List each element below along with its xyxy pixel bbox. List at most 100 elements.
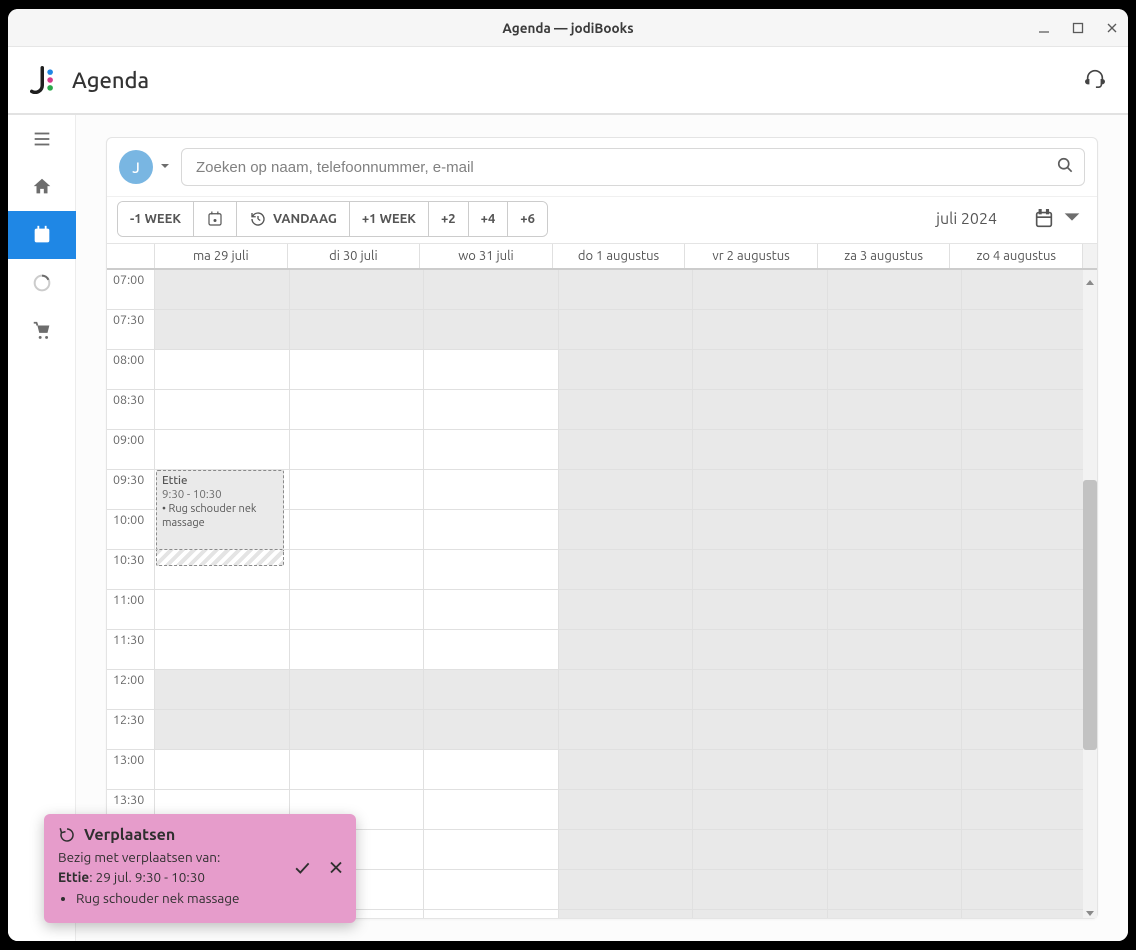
day-header[interactable]: vr 2 augustus xyxy=(685,244,818,268)
time-slot[interactable] xyxy=(828,350,963,389)
time-slot[interactable] xyxy=(962,470,1097,509)
time-slot[interactable] xyxy=(559,510,694,549)
time-slot[interactable] xyxy=(693,350,828,389)
time-slot[interactable] xyxy=(962,390,1097,429)
time-slot[interactable] xyxy=(290,470,425,509)
time-row[interactable]: 12:30 xyxy=(107,710,1097,750)
plus4-button[interactable]: +4 xyxy=(469,202,509,236)
time-slot[interactable] xyxy=(424,550,559,589)
time-slot[interactable] xyxy=(693,590,828,629)
time-slot[interactable] xyxy=(828,390,963,429)
time-slot[interactable] xyxy=(693,310,828,349)
time-slot[interactable] xyxy=(559,270,694,309)
sidebar-menu-button[interactable] xyxy=(8,115,76,163)
time-slot[interactable] xyxy=(962,750,1097,789)
time-row[interactable]: 13:00 xyxy=(107,750,1097,790)
view-select[interactable] xyxy=(1033,206,1087,232)
scroll-up-icon[interactable] xyxy=(1085,274,1095,284)
time-slot[interactable] xyxy=(693,630,828,669)
time-slot[interactable] xyxy=(290,710,425,749)
time-slot[interactable] xyxy=(155,430,290,469)
time-row[interactable]: 09:00 xyxy=(107,430,1097,470)
time-slot[interactable] xyxy=(290,430,425,469)
time-slot[interactable] xyxy=(828,670,963,709)
time-slot[interactable] xyxy=(693,790,828,829)
today-button[interactable]: VANDAAG xyxy=(237,202,350,236)
time-slot[interactable] xyxy=(559,550,694,589)
time-slot[interactable] xyxy=(962,790,1097,829)
time-slot[interactable] xyxy=(424,910,559,918)
time-slot[interactable] xyxy=(290,390,425,429)
time-slot[interactable] xyxy=(424,510,559,549)
time-slot[interactable] xyxy=(424,310,559,349)
time-slot[interactable] xyxy=(155,710,290,749)
time-slot[interactable] xyxy=(290,630,425,669)
minimize-button[interactable] xyxy=(1036,20,1052,36)
vertical-scrollbar[interactable] xyxy=(1083,270,1097,918)
time-slot[interactable] xyxy=(962,310,1097,349)
time-slot[interactable] xyxy=(962,550,1097,589)
time-slot[interactable] xyxy=(559,310,694,349)
time-slot[interactable] xyxy=(828,790,963,829)
time-slot[interactable] xyxy=(559,350,694,389)
sidebar-progress-button[interactable] xyxy=(8,259,76,307)
time-slot[interactable] xyxy=(962,830,1097,869)
time-slot[interactable] xyxy=(424,390,559,429)
maximize-button[interactable] xyxy=(1070,20,1086,36)
time-slot[interactable] xyxy=(424,590,559,629)
time-slot[interactable] xyxy=(962,270,1097,309)
time-slot[interactable] xyxy=(155,390,290,429)
scroll-thumb[interactable] xyxy=(1083,480,1097,750)
time-slot[interactable] xyxy=(828,630,963,669)
confirm-move-button[interactable] xyxy=(292,857,312,880)
time-slot[interactable] xyxy=(828,270,963,309)
cancel-move-button[interactable] xyxy=(326,857,346,880)
time-slot[interactable] xyxy=(962,510,1097,549)
date-picker-button[interactable] xyxy=(194,202,237,236)
time-row[interactable]: 08:00 xyxy=(107,350,1097,390)
sidebar-home-button[interactable] xyxy=(8,163,76,211)
day-header[interactable]: ma 29 juli xyxy=(155,244,288,268)
time-slot[interactable] xyxy=(962,670,1097,709)
time-slot[interactable] xyxy=(290,550,425,589)
day-header[interactable]: za 3 augustus xyxy=(818,244,951,268)
day-header[interactable]: zo 4 augustus xyxy=(950,244,1083,268)
time-slot[interactable] xyxy=(559,670,694,709)
time-slot[interactable] xyxy=(155,750,290,789)
time-slot[interactable] xyxy=(424,670,559,709)
day-header[interactable]: wo 31 juli xyxy=(420,244,553,268)
time-slot[interactable] xyxy=(559,750,694,789)
time-slot[interactable] xyxy=(693,550,828,589)
time-slot[interactable] xyxy=(693,710,828,749)
time-row[interactable]: 11:00 xyxy=(107,590,1097,630)
support-icon[interactable] xyxy=(1084,67,1106,93)
time-slot[interactable] xyxy=(424,430,559,469)
day-header[interactable]: do 1 augustus xyxy=(553,244,686,268)
time-slot[interactable] xyxy=(828,310,963,349)
time-slot[interactable] xyxy=(693,470,828,509)
user-filter-chip[interactable]: J xyxy=(119,150,171,184)
day-header[interactable]: di 30 juli xyxy=(288,244,421,268)
search-input[interactable] xyxy=(181,148,1085,186)
time-slot[interactable] xyxy=(962,630,1097,669)
search-icon[interactable] xyxy=(1055,155,1075,179)
time-slot[interactable] xyxy=(290,590,425,629)
time-slot[interactable] xyxy=(962,350,1097,389)
time-slot[interactable] xyxy=(962,870,1097,909)
time-slot[interactable] xyxy=(424,790,559,829)
time-slot[interactable] xyxy=(290,670,425,709)
time-slot[interactable] xyxy=(693,870,828,909)
time-slot[interactable] xyxy=(424,750,559,789)
time-row[interactable]: 12:00 xyxy=(107,670,1097,710)
time-slot[interactable] xyxy=(828,590,963,629)
sidebar-cart-button[interactable] xyxy=(8,307,76,355)
time-slot[interactable] xyxy=(559,630,694,669)
time-slot[interactable] xyxy=(559,390,694,429)
time-slot[interactable] xyxy=(290,350,425,389)
time-slot[interactable] xyxy=(424,270,559,309)
time-slot[interactable] xyxy=(962,590,1097,629)
time-slot[interactable] xyxy=(828,430,963,469)
time-slot[interactable] xyxy=(828,470,963,509)
time-slot[interactable] xyxy=(559,910,694,918)
time-slot[interactable] xyxy=(828,550,963,589)
